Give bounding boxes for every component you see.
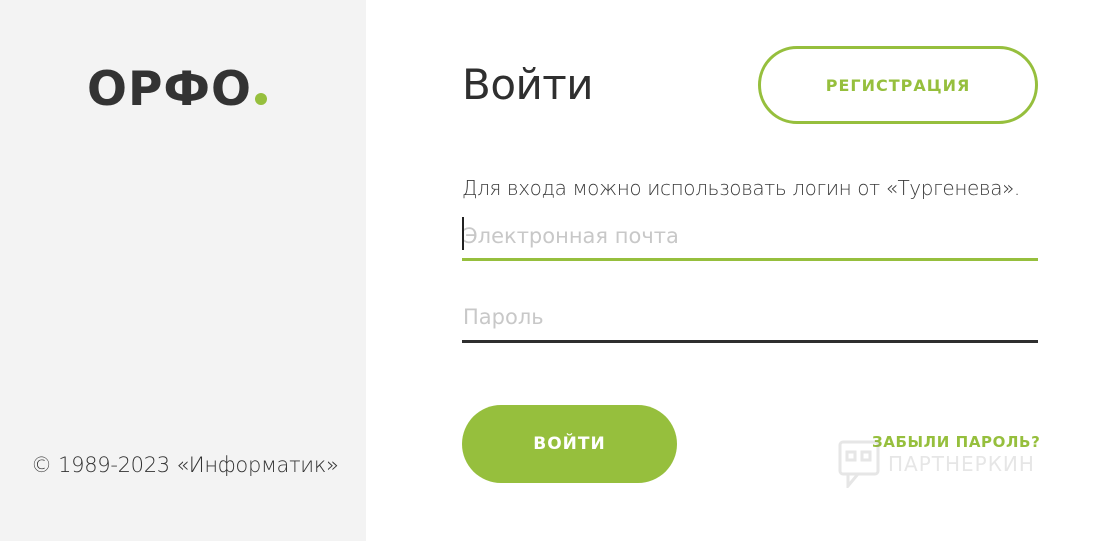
login-hint: Для входа можно использовать логин от «Т… [462, 176, 1020, 200]
copyright: © 1989-2023 «Информатик» [31, 453, 339, 477]
logo[interactable]: ОРФО [87, 62, 267, 118]
password-field[interactable] [462, 294, 1038, 343]
login-button[interactable]: ВОЙТИ [462, 405, 677, 483]
sidebar: ОРФО © 1989-2023 «Информатик» [0, 0, 366, 541]
forgot-password-link[interactable]: ЗАБЫЛИ ПАРОЛЬ? [872, 433, 1040, 451]
text-cursor [462, 217, 464, 250]
logo-text: ОРФО [87, 62, 252, 117]
email-field[interactable] [462, 214, 1038, 261]
logo-dot [254, 93, 267, 105]
register-button[interactable]: РЕГИСТРАЦИЯ [758, 46, 1038, 124]
page-title: Войти [462, 60, 594, 109]
watermark-text: ПАРТНЕРКИН [888, 452, 1035, 476]
